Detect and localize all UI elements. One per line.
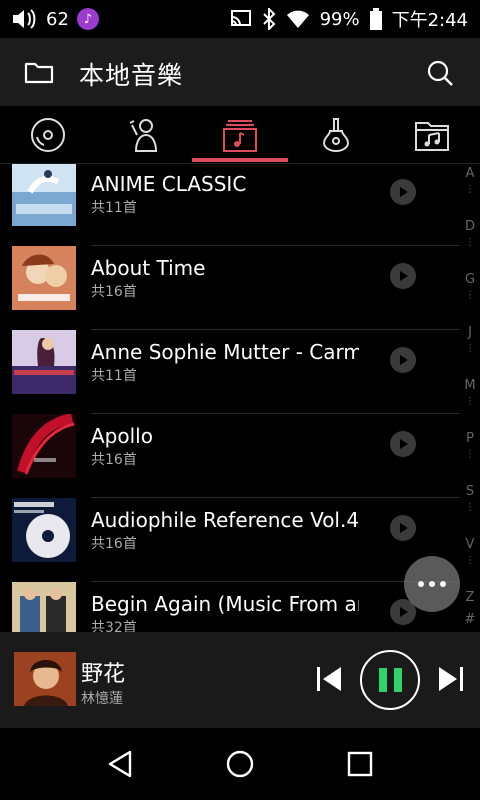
now-playing-cover[interactable] <box>14 652 76 706</box>
list-item[interactable]: Begin Again (Music From and Inspired By … <box>0 582 460 632</box>
play-album-button[interactable] <box>390 431 416 457</box>
album-title: Anne Sophie Mutter - Carmen <box>91 340 359 364</box>
index-separator: ⋮ <box>465 290 475 301</box>
system-nav-bar <box>0 728 480 800</box>
app-header: 本地音樂 <box>0 38 480 106</box>
album-title: About Time <box>91 256 206 280</box>
track-count: 共16首 <box>91 536 137 552</box>
volume-level: 62 <box>46 8 69 30</box>
track-count: 共16首 <box>91 452 137 468</box>
play-icon <box>400 607 408 617</box>
now-playing-title: 野花 <box>81 662 126 687</box>
album-cover <box>12 498 76 562</box>
index-separator: ⋮ <box>465 237 475 248</box>
list-item[interactable]: Anne Sophie Mutter - Carmen 共11首 <box>0 330 460 414</box>
index-letter[interactable]: A <box>460 166 480 181</box>
play-album-button[interactable] <box>390 263 416 289</box>
index-letter[interactable]: S <box>460 484 480 499</box>
album-title: Apollo <box>91 424 153 448</box>
status-bar: 62 ♪ 99% 下午2:44 <box>0 0 480 38</box>
more-dot <box>418 581 424 587</box>
index-separator: ⋮ <box>465 502 475 513</box>
pause-icon-bar <box>393 668 402 692</box>
play-icon <box>400 271 408 281</box>
play-icon <box>400 439 408 449</box>
list-item[interactable]: About Time 共16首 <box>0 246 460 330</box>
index-letter[interactable]: J <box>460 325 480 340</box>
more-dot <box>440 581 446 587</box>
search-icon[interactable] <box>426 59 454 87</box>
volume-icon <box>13 9 36 29</box>
index-letter[interactable]: P <box>460 431 480 446</box>
tab-folder[interactable] <box>384 106 480 164</box>
index-separator: ⋮ <box>465 396 475 407</box>
music-folder-icon <box>415 122 449 151</box>
album-icon <box>223 120 257 152</box>
album-cover <box>12 246 76 310</box>
index-letter[interactable]: M <box>460 378 480 393</box>
wifi-icon <box>286 10 309 28</box>
index-letter[interactable]: Z <box>460 590 480 605</box>
previous-track-button[interactable] <box>314 664 344 694</box>
more-options-button[interactable] <box>404 556 460 612</box>
tab-album[interactable] <box>192 106 288 164</box>
cast-icon <box>230 10 251 26</box>
battery-icon <box>369 8 382 30</box>
now-playing-bar[interactable]: 野花 林憶蓮 <box>0 632 480 728</box>
disc-icon <box>31 118 65 152</box>
list-item[interactable]: Apollo 共16首 <box>0 414 460 498</box>
bluetooth-icon <box>262 8 275 30</box>
home-icon[interactable] <box>224 748 256 780</box>
tab-genre[interactable] <box>288 106 384 164</box>
recent-apps-icon[interactable] <box>344 748 376 780</box>
next-track-button[interactable] <box>436 664 466 694</box>
folder-icon[interactable] <box>24 60 54 84</box>
page-title: 本地音樂 <box>79 61 184 90</box>
album-title: ANIME CLASSIC <box>91 172 247 196</box>
play-album-button[interactable] <box>390 347 416 373</box>
pause-button[interactable] <box>360 650 420 710</box>
index-letter[interactable]: G <box>460 272 480 287</box>
clock: 下午2:44 <box>391 10 468 31</box>
index-separator: ⋮ <box>465 343 475 354</box>
play-icon <box>400 355 408 365</box>
artist-icon <box>129 119 158 152</box>
more-dot <box>429 581 435 587</box>
play-icon <box>400 187 408 197</box>
category-tabs <box>0 106 480 164</box>
index-letter[interactable]: D <box>460 219 480 234</box>
index-letter[interactable]: # <box>460 612 480 627</box>
index-separator: ⋮ <box>465 555 475 566</box>
index-separator: ⋮ <box>465 449 475 460</box>
play-album-button[interactable] <box>390 179 416 205</box>
album-list[interactable]: ANIME CLASSIC 共11首 About Time 共16首 Anne … <box>0 164 460 632</box>
back-icon[interactable] <box>104 748 136 780</box>
track-count: 共11首 <box>91 368 137 384</box>
list-item[interactable]: Audiophile Reference Vol.4 共16首 <box>0 498 460 582</box>
track-count: 共32首 <box>91 620 137 632</box>
music-app-icon: ♪ <box>76 8 99 30</box>
play-album-button[interactable] <box>390 515 416 541</box>
index-letter[interactable]: V <box>460 537 480 552</box>
battery-percent: 99% <box>319 8 360 30</box>
play-icon <box>400 523 408 533</box>
tab-disc[interactable] <box>0 106 96 164</box>
track-count: 共16首 <box>91 284 137 300</box>
track-count: 共11首 <box>91 200 137 216</box>
album-cover <box>12 164 76 226</box>
now-playing-artist: 林憶蓮 <box>81 691 123 707</box>
alphabet-index[interactable]: A ⋮ D ⋮ G ⋮ J ⋮ M ⋮ P ⋮ S ⋮ V ⋮ Z # <box>460 164 480 632</box>
album-title: Audiophile Reference Vol.4 <box>91 508 359 532</box>
list-item[interactable]: ANIME CLASSIC 共11首 <box>0 164 460 246</box>
album-cover <box>12 582 76 632</box>
album-title: Begin Again (Music From and Inspired By … <box>91 592 359 616</box>
album-cover <box>12 330 76 394</box>
index-separator: ⋮ <box>465 184 475 195</box>
guitar-icon <box>322 118 350 152</box>
album-cover <box>12 414 76 478</box>
tab-artist[interactable] <box>96 106 192 164</box>
pause-icon-bar <box>378 668 387 692</box>
active-tab-indicator <box>192 158 288 162</box>
